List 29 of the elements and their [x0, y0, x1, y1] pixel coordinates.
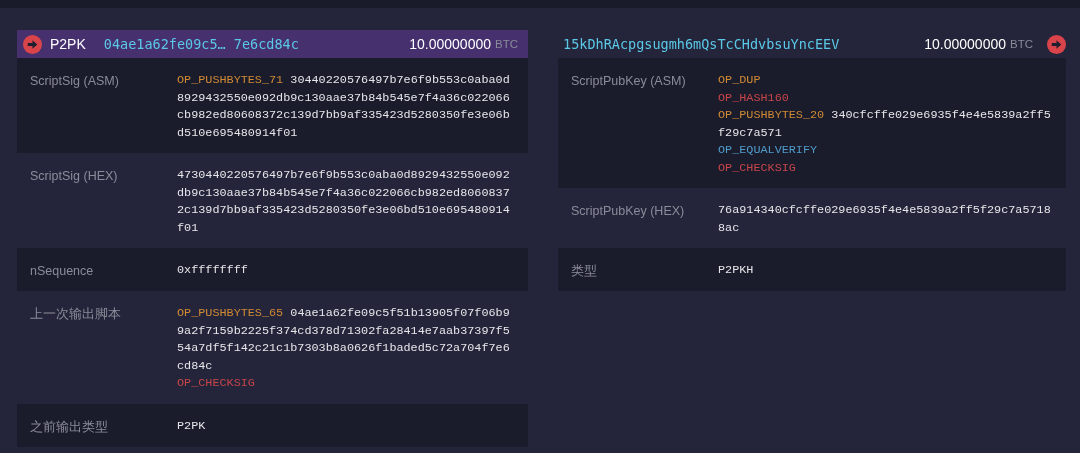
- script-line: 76a914340cfcffe029e6935f4e4e5839a2ff5f29c7a57188ac: [718, 202, 1052, 237]
- script-type: P2PK: [50, 36, 86, 52]
- script-line: OP_PUSHBYTES_65 04ae1a62fe09c5f51b13905f07f06b99a2f7159b2225f374cd378d71302fa28414e7aab37397f554a7df5f142c21c1b7303b8a0626f1baded5c72a704f7e6cd84c: [177, 305, 511, 375]
- script-line: P2PKH: [718, 262, 755, 279]
- arrow-circle-icon[interactable]: [1047, 34, 1066, 54]
- arrow-circle-icon[interactable]: [23, 34, 42, 54]
- field-label: 类型: [571, 263, 598, 280]
- field-label: 之前输出类型: [30, 418, 109, 436]
- script-line: 4730440220576497b7e6f9b553c0aba0d8929432550e092db9c130aae37b84b545e7f4a36c022066cb982ed80608372c139d7bb9af335423d5280350fe3e06bd510e695480914f01: [177, 167, 511, 237]
- script-line: OP_EQUALVERIFY: [718, 142, 819, 159]
- field-label: nSequence: [30, 263, 95, 280]
- script-line: OP_PUSHBYTES_71 30440220576497b7e6f9b553c0aba0d8929432550e092db9c130aae37b84b545e7f4a36c022066cb982ed80608372c139d7bb9af335423d5280350fe3e06bd510e695480914f01: [177, 72, 511, 142]
- script-line: OP_HASH160: [718, 89, 790, 107]
- script-link[interactable]: 04ae1a62fe09c5… 7e6cd84c: [103, 36, 299, 52]
- field-label: ScriptSig (HEX): [30, 168, 119, 185]
- script-line: OP_DUP: [718, 72, 762, 89]
- script-line: P2PK: [177, 417, 207, 435]
- script-line: OP_CHECKSIG: [177, 375, 256, 392]
- script-line: OP_CHECKSIG: [718, 159, 797, 177]
- amount: 10.00000000: [924, 36, 1006, 52]
- currency-unit: BTC: [495, 38, 518, 50]
- script-line: 0xffffffff: [177, 262, 249, 279]
- currency-unit: BTC: [1010, 38, 1033, 50]
- address-link[interactable]: 15kDhRAcpgsugmh6mQsTcCHdvbsuYncEEV: [563, 36, 840, 52]
- script-line: OP_PUSHBYTES_20 340cfcffe029e6935f4e4e5839a2ff5f29c7a571: [718, 107, 1052, 142]
- field-label: ScriptPubKey (ASM): [571, 73, 687, 90]
- amount: 10.00000000: [409, 36, 491, 52]
- field-label: ScriptSig (ASM): [30, 73, 120, 90]
- field-label: ScriptPubKey (HEX): [571, 203, 686, 220]
